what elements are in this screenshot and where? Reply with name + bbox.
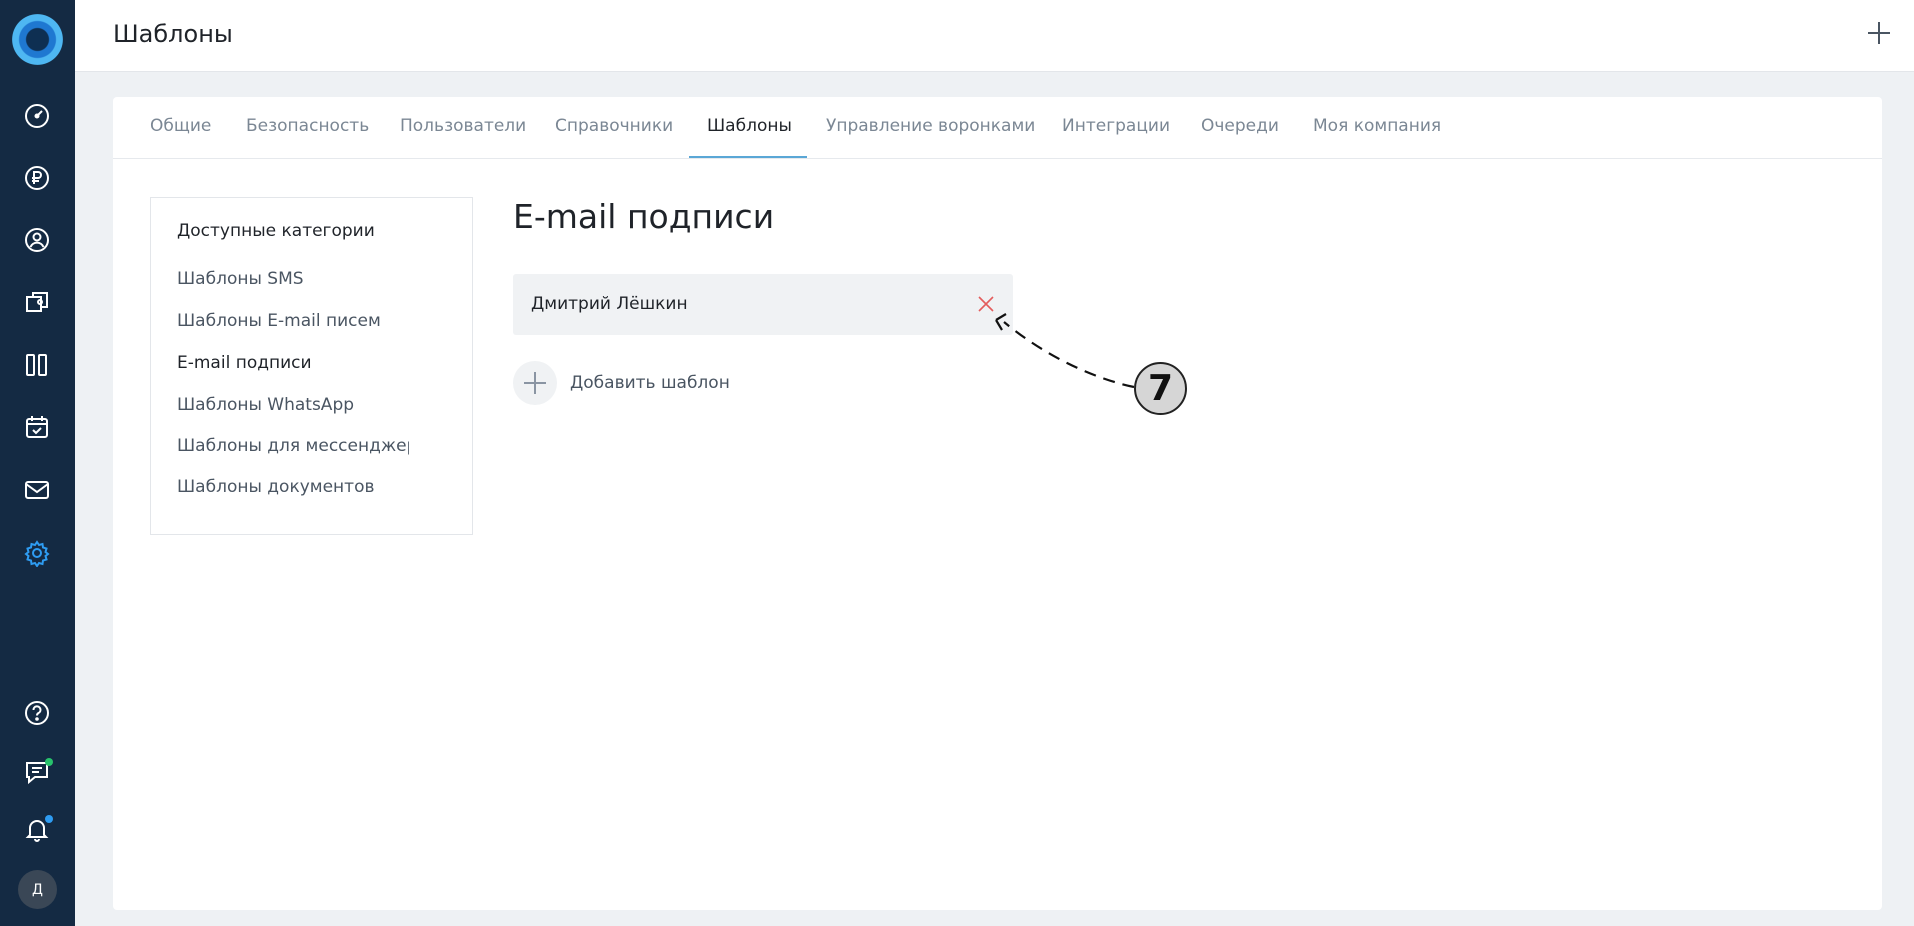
settings-card: Общие Безопасность Пользователи Справочн… [113, 97, 1882, 910]
sidebar: Д [0, 0, 75, 926]
tab-queues[interactable]: Очереди [1201, 116, 1279, 158]
category-email-letters[interactable]: Шаблоны E-mail писем [177, 311, 409, 331]
section-title: E-mail подписи [513, 197, 775, 236]
category-messenger[interactable]: Шаблоны для мессенджера [177, 436, 409, 456]
deals-icon[interactable] [22, 287, 52, 317]
categories-panel: Доступные категории Шаблоны SMS Шаблоны … [150, 197, 473, 535]
bell-icon[interactable] [22, 814, 53, 844]
tab-integrations[interactable]: Интеграции [1062, 116, 1170, 158]
kanban-icon[interactable] [22, 350, 52, 380]
category-whatsapp[interactable]: Шаблоны WhatsApp [177, 395, 409, 415]
notification-badge [45, 815, 53, 823]
settings-tabs: Общие Безопасность Пользователи Справочн… [113, 97, 1882, 159]
category-sms[interactable]: Шаблоны SMS [177, 269, 409, 289]
tab-general[interactable]: Общие [150, 116, 211, 158]
tab-security[interactable]: Безопасность [246, 116, 369, 158]
help-icon[interactable] [22, 698, 52, 728]
plus-icon [513, 361, 557, 405]
annotation-badge: 7 [1134, 362, 1187, 415]
annotation-arrow [995, 313, 1135, 389]
add-template-label: Добавить шаблон [570, 373, 730, 393]
settings-icon[interactable] [22, 538, 52, 568]
top-header: Шаблоны [75, 0, 1914, 72]
mail-icon[interactable] [22, 475, 52, 505]
template-item[interactable]: Дмитрий Лёшкин [513, 274, 1013, 335]
tab-users[interactable]: Пользователи [400, 116, 526, 158]
tab-dictionaries[interactable]: Справочники [555, 116, 673, 158]
ruble-icon[interactable] [22, 163, 52, 193]
plus-icon[interactable] [1864, 18, 1894, 48]
avatar[interactable]: Д [18, 870, 57, 909]
dashboard-icon[interactable] [22, 101, 52, 131]
chat-badge [45, 758, 53, 766]
tab-my-company[interactable]: Моя компания [1313, 116, 1441, 158]
category-documents[interactable]: Шаблоны документов [177, 477, 409, 497]
active-tab-indicator [689, 156, 807, 158]
app-logo[interactable] [12, 14, 63, 65]
template-name: Дмитрий Лёшкин [531, 294, 688, 314]
page-title: Шаблоны [113, 20, 233, 48]
category-email-signatures[interactable]: E-mail подписи [177, 353, 409, 373]
tab-templates[interactable]: Шаблоны [707, 116, 792, 158]
tab-funnels[interactable]: Управление воронками [826, 116, 1035, 158]
calendar-icon[interactable] [22, 412, 52, 442]
contacts-icon[interactable] [22, 225, 52, 255]
categories-heading: Доступные категории [177, 221, 375, 241]
chat-icon[interactable] [22, 757, 53, 787]
